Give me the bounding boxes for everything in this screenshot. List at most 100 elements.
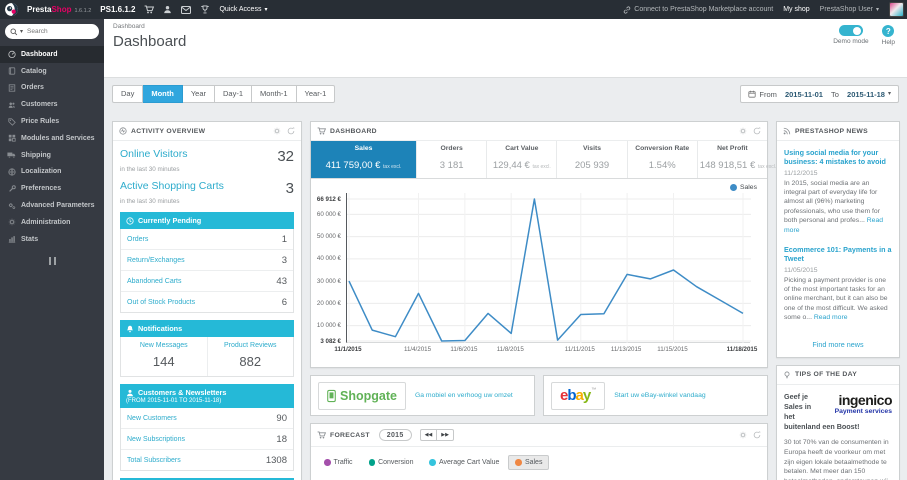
total-subscribers-row[interactable]: Total Subscribers 1308 [121, 449, 293, 470]
wrench-icon [7, 185, 16, 193]
find-more-news-link[interactable]: Find more news [784, 333, 892, 355]
news-article[interactable]: Ecommerce 101: Payments in a Tweet 11/05… [784, 245, 892, 323]
chart-legend[interactable]: Sales [729, 184, 757, 191]
breadcrumb[interactable]: Dashboard [113, 23, 898, 30]
online-visitors-sub: in the last 30 minutes [120, 166, 180, 173]
pending-row-abandoned-carts[interactable]: Abandoned Carts 43 [121, 270, 293, 291]
gear-icon [7, 218, 16, 226]
user-menu[interactable]: PrestaShop User ▾ [820, 6, 879, 13]
legend-dot-icon [729, 184, 737, 191]
sidebar-item-modules-and-services[interactable]: Modules and Services [0, 130, 104, 147]
new-customers-row[interactable]: New Customers 90 [121, 408, 293, 428]
user-avatar[interactable] [889, 2, 904, 17]
range-month-1-button[interactable]: Month-1 [252, 85, 297, 103]
sidebar-item-localization[interactable]: Localization [0, 164, 104, 181]
cart-icon [317, 127, 327, 135]
messages-icon[interactable] [181, 5, 192, 14]
refresh-icon[interactable] [287, 127, 295, 135]
help-icon[interactable]: ? [882, 25, 895, 37]
forecast-panel-title: FORECAST [330, 431, 370, 439]
refresh-icon[interactable] [753, 127, 761, 135]
pending-row-orders[interactable]: Orders 1 [121, 229, 293, 249]
activity-overview-panel: ACTIVITY OVERVIEW Online Visitors 32 in … [112, 121, 302, 480]
tips-panel-title: TIPS OF THE DAY [795, 371, 858, 379]
sidebar-item-price-rules[interactable]: Price Rules [0, 113, 104, 130]
pending-row-out-of-stock[interactable]: Out of Stock Products 6 [121, 291, 293, 312]
kpi-tab-orders[interactable]: Orders 3 181 [416, 141, 486, 178]
shop-version-label: PS1.6.1.2 [100, 5, 136, 14]
trophy-icon[interactable] [200, 5, 210, 14]
active-carts-value: 3 [285, 180, 294, 197]
new-messages-cell[interactable]: New Messages 144 [121, 337, 207, 376]
my-shop-link[interactable]: My shop [783, 6, 809, 13]
date-range-picker[interactable]: From 2015-11-01 To 2015-11-18 ▾ [740, 85, 899, 103]
sidebar-nav: Dashboard Catalog Orders Customers Price… [0, 46, 104, 248]
range-year-1-button[interactable]: Year-1 [296, 85, 336, 103]
sidebar-item-catalog[interactable]: Catalog [0, 63, 104, 80]
sidebar-item-customers[interactable]: Customers [0, 96, 104, 113]
caret-down-icon: ▾ [875, 6, 879, 13]
marketplace-link[interactable]: Connect to PrestaShop Marketplace accoun… [623, 5, 773, 14]
sidebar-search[interactable]: ▾ [5, 24, 99, 39]
sidebar-item-shipping[interactable]: Shipping [0, 147, 104, 164]
demo-mode-toggle[interactable] [838, 25, 863, 36]
forecast-toggle-conversion[interactable]: Conversion [362, 455, 421, 470]
dashboard-panel-title: DASHBOARD [330, 127, 377, 135]
search-input[interactable] [25, 27, 82, 36]
forecast-prev-button[interactable]: ◀◀ [419, 429, 437, 441]
forecast-year[interactable]: 2015 [378, 429, 412, 441]
kpi-tab-visits[interactable]: Visits 205 939 [556, 141, 626, 178]
gear-icon[interactable] [739, 431, 747, 439]
page-header: Dashboard Dashboard Demo mode ? Help [104, 19, 907, 78]
prestashop-news-panel: PRESTASHOP NEWS Using social media for y… [776, 121, 900, 358]
product-reviews-cell[interactable]: Product Reviews 882 [206, 337, 294, 376]
sidebar-collapse-button[interactable] [0, 256, 104, 265]
ebay-banner[interactable]: e b a y ™ Start uw eBay-winkel vandaag [543, 375, 768, 416]
customers-icon[interactable] [163, 5, 172, 14]
range-month-button[interactable]: Month [143, 85, 183, 103]
active-carts-link[interactable]: Active Shopping Carts [120, 180, 224, 192]
kpi-tab-cart-value[interactable]: Cart Value 129,44 € tax excl. [486, 141, 556, 178]
sidebar-item-preferences[interactable]: Preferences [0, 180, 104, 197]
modules-icon [7, 134, 16, 142]
sidebar-item-stats[interactable]: Stats [0, 231, 104, 248]
cart-icon[interactable] [144, 5, 155, 14]
ingenico-logo: ingenico Payment services [834, 391, 893, 415]
ebay-link: Start uw eBay-winkel vandaag [614, 392, 706, 399]
forecast-toggle-traffic[interactable]: Traffic [317, 455, 360, 470]
kpi-tab-sales[interactable]: Sales 411 759,00 € tax excl. [311, 141, 417, 178]
help-label: Help [881, 39, 895, 46]
calendar-icon [748, 90, 756, 98]
pending-row-returns[interactable]: Return/Exchanges 3 [121, 249, 293, 270]
gear-icon[interactable] [739, 127, 747, 135]
main-area: Dashboard Dashboard Demo mode ? Help Day… [104, 19, 907, 480]
sidebar-item-advanced-parameters[interactable]: Advanced Parameters [0, 197, 104, 214]
news-panel-title: PRESTASHOP NEWS [795, 127, 868, 135]
kpi-tab-conversion-rate[interactable]: Conversion Rate 1.54% [626, 141, 697, 178]
quick-access-menu[interactable]: Quick Access ▾ [219, 6, 267, 13]
currently-pending-section: Currently Pending Orders 1 Return/Exchang… [120, 212, 294, 313]
shopgate-logo: Shopgate [318, 381, 406, 410]
range-day-button[interactable]: Day [112, 85, 144, 103]
online-visitors-link[interactable]: Online Visitors [120, 148, 188, 160]
forecast-next-button[interactable]: ▶▶ [436, 429, 454, 441]
shopgate-banner[interactable]: Shopgate Ga mobiel en verhoog uw omzet [310, 375, 535, 416]
kpi-tab-net-profit[interactable]: Net Profit 148 918,51 € tax excl. [696, 141, 776, 178]
new-subscriptions-row[interactable]: New Subscriptions 18 [121, 428, 293, 449]
prestashop-logo-icon [5, 3, 18, 16]
sidebar-item-administration[interactable]: Administration [0, 214, 104, 231]
sidebar-item-orders[interactable]: Orders [0, 80, 104, 97]
news-article[interactable]: Using social media for your business: 4 … [784, 148, 892, 235]
cart-icon [317, 431, 327, 439]
book-icon [7, 67, 16, 75]
forecast-toggle-average-cart-value[interactable]: Average Cart Value [422, 455, 506, 470]
sidebar-item-dashboard[interactable]: Dashboard [0, 46, 104, 63]
forecast-toggle-sales[interactable]: Sales [508, 455, 550, 470]
read-more-link[interactable]: Read more [814, 314, 848, 321]
range-day-1-button[interactable]: Day-1 [215, 85, 253, 103]
promo-banners: Shopgate Ga mobiel en verhoog uw omzet e… [310, 375, 768, 416]
range-year-button[interactable]: Year [182, 85, 215, 103]
refresh-icon[interactable] [753, 431, 761, 439]
gear-icon[interactable] [273, 127, 281, 135]
notifications-section: Notifications New Messages 144 Product Re… [120, 320, 294, 377]
